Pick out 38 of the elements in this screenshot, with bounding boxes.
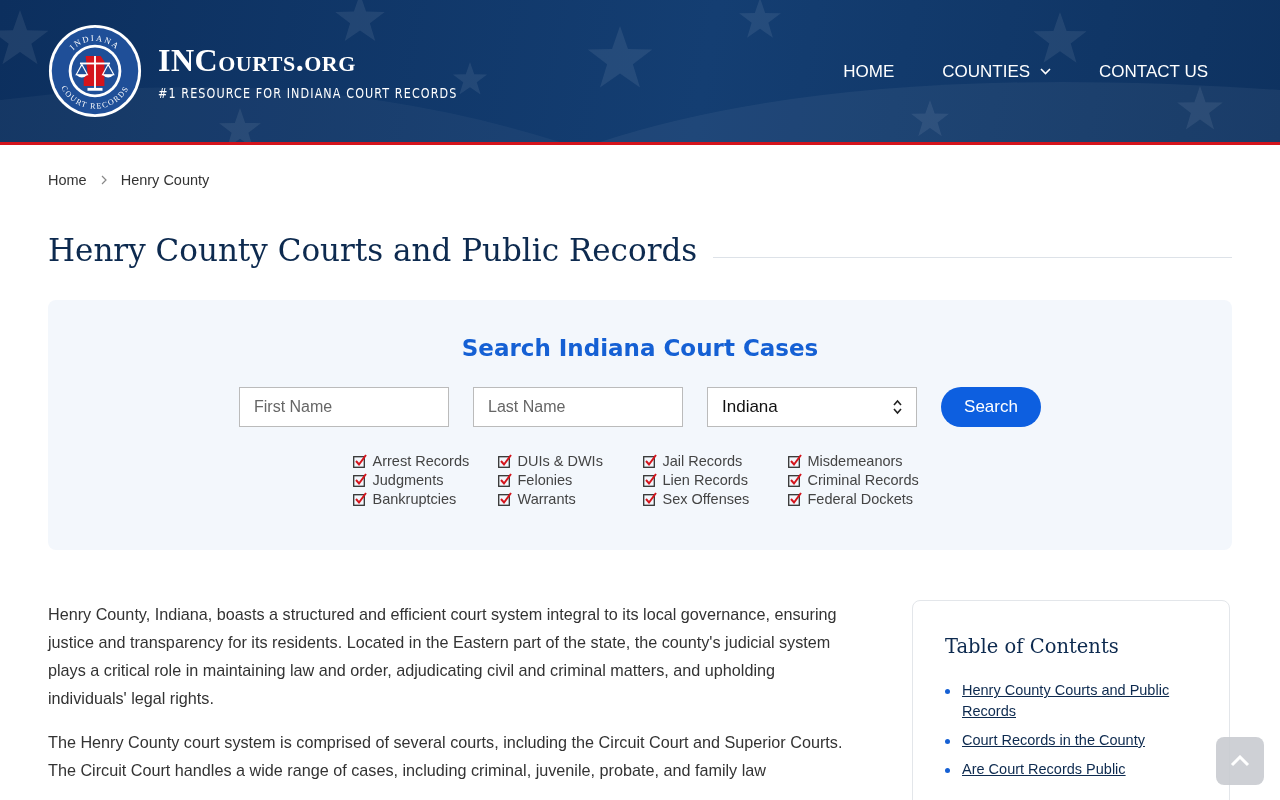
breadcrumb-item: Henry County (120, 172, 210, 188)
record-type-checkbox[interactable]: Misdemeanors (787, 453, 928, 469)
record-type-checkbox[interactable]: Bankruptcies (352, 491, 498, 507)
state-select[interactable]: Indiana (707, 387, 917, 427)
chevron-up-icon (1230, 755, 1250, 767)
bullet-icon (945, 768, 950, 773)
first-name-field[interactable]: First Name (239, 387, 449, 427)
page-title: Henry County Courts and Public Records (48, 232, 698, 268)
toc-title: Table of Contents (945, 635, 1120, 658)
tagline: #1 RESOURCE FOR INDIANA COURT RECORDS (158, 84, 458, 101)
toc-link[interactable]: Henry County Courts and Public Records (962, 680, 1197, 722)
record-type-checkbox[interactable]: Felonies (497, 472, 643, 488)
record-type-checkbox[interactable]: Criminal Records (787, 472, 928, 488)
body-paragraph: The Henry County court system is comprised of several courts, including the Circuit Court and Superior Courts. The Circuit Court handles a wide range of cases, including criminal, juvenile, probate, and family law (48, 732, 844, 781)
toc-link[interactable]: Court Records in the County (962, 730, 1145, 751)
select-arrows-icon (893, 399, 902, 415)
nav-link[interactable]: HOME (843, 60, 895, 82)
site-name[interactable]: INCourts.org (158, 41, 484, 79)
breadcrumb-item[interactable]: Home (48, 172, 87, 188)
last-name-field[interactable]: Last Name (473, 387, 683, 427)
bullet-icon (945, 739, 950, 744)
body-paragraph: Henry County, Indiana, boasts a structured and efficient court system integral to its local governance, ensuring justice and transparency for its residents. Located in the Eastern part of the state, the county's judicial system plays a critical role in maintaining law and order, adjudicating civil and criminal matters, and upholding individuals' legal rights. (48, 604, 838, 709)
nav-link[interactable]: CONTACT US (1099, 60, 1208, 82)
chevron-right-icon (100, 175, 107, 185)
nav-link[interactable]: COUNTIES (942, 60, 1052, 82)
record-type-checkbox[interactable]: Arrest Records (352, 453, 498, 469)
record-type-checkbox[interactable]: Warrants (497, 491, 643, 507)
record-type-checkbox[interactable]: Lien Records (642, 472, 788, 488)
scroll-to-top-button[interactable] (1216, 737, 1264, 785)
record-type-checkbox[interactable]: DUIs & DWIs (497, 453, 643, 469)
toc-link[interactable]: Are Court Records Public (962, 759, 1126, 780)
record-type-checkbox[interactable]: Sex Offenses (642, 491, 788, 507)
record-type-checkbox[interactable]: Federal Dockets (787, 491, 928, 507)
record-type-checkbox[interactable]: Judgments (352, 472, 498, 488)
record-type-checkbox[interactable]: Jail Records (642, 453, 788, 469)
bullet-icon (945, 689, 950, 694)
search-heading: Search Indiana Court Cases (461, 335, 819, 361)
search-button[interactable]: Search (941, 387, 1041, 427)
